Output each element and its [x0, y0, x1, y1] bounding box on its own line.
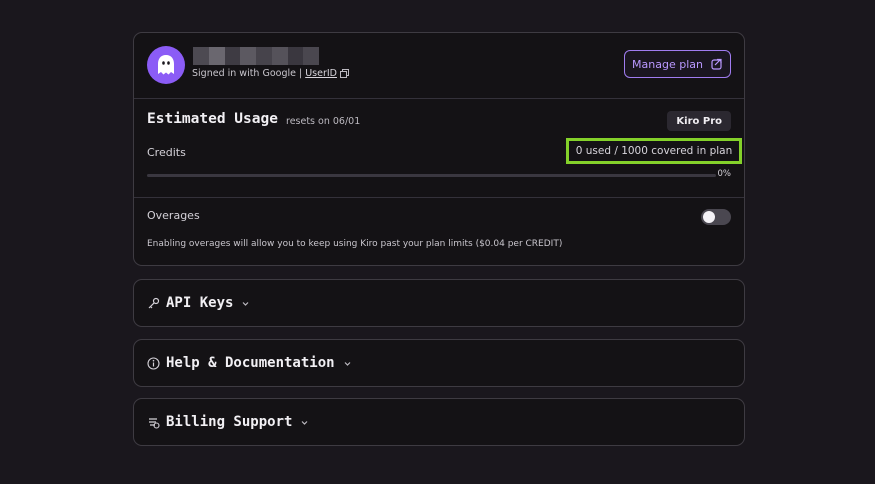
redacted-username — [193, 47, 319, 65]
estimated-usage-section: Estimated Usage resets on 06/01 Kiro Pro… — [134, 99, 744, 198]
resets-date: resets on 06/01 — [286, 116, 361, 127]
redacted-block — [224, 47, 241, 65]
external-link-icon — [711, 58, 723, 70]
help-documentation-section[interactable]: Help & Documentation — [133, 339, 745, 387]
manage-plan-label: Manage plan — [632, 57, 703, 71]
redacted-block — [271, 47, 288, 65]
redacted-block — [240, 47, 256, 65]
api-keys-title: API Keys — [166, 295, 234, 311]
billing-coins-icon — [147, 416, 160, 429]
billing-support-section[interactable]: Billing Support — [133, 398, 745, 446]
help-title: Help & Documentation — [166, 355, 335, 371]
chevron-down-icon — [343, 359, 352, 368]
overages-description: Enabling overages will allow you to keep… — [147, 239, 563, 249]
redacted-block — [287, 47, 304, 65]
redacted-block — [193, 47, 209, 65]
redacted-block — [208, 47, 225, 65]
credits-value: 0 used / 1000 covered in plan — [566, 138, 742, 164]
redacted-block — [303, 47, 319, 65]
overages-label: Overages — [147, 209, 200, 222]
credits-progress-percent: 0% — [717, 169, 732, 179]
user-id-link[interactable]: UserID — [305, 68, 337, 79]
chevron-down-icon — [300, 418, 309, 427]
manage-plan-button[interactable]: Manage plan — [624, 50, 731, 78]
ghost-avatar-icon — [147, 46, 185, 84]
usage-title: Estimated Usage — [147, 111, 278, 127]
account-header: Signed in with Google | UserID Manage pl… — [134, 33, 744, 99]
copy-icon[interactable] — [339, 69, 349, 78]
billing-title: Billing Support — [166, 414, 293, 430]
api-keys-section[interactable]: API Keys — [133, 279, 745, 327]
overages-toggle[interactable] — [701, 209, 731, 225]
signed-in-text: Signed in with Google | — [192, 68, 303, 79]
credits-progress-bar — [147, 174, 716, 177]
plan-badge: Kiro Pro — [667, 111, 731, 131]
info-icon — [147, 356, 160, 370]
toggle-knob — [703, 211, 715, 223]
account-card: Signed in with Google | UserID Manage pl… — [133, 32, 745, 266]
redacted-block — [256, 47, 272, 65]
signed-in-line: Signed in with Google | UserID — [192, 68, 349, 79]
key-icon — [147, 297, 160, 310]
credits-label: Credits — [147, 146, 186, 159]
chevron-down-icon — [241, 299, 250, 308]
